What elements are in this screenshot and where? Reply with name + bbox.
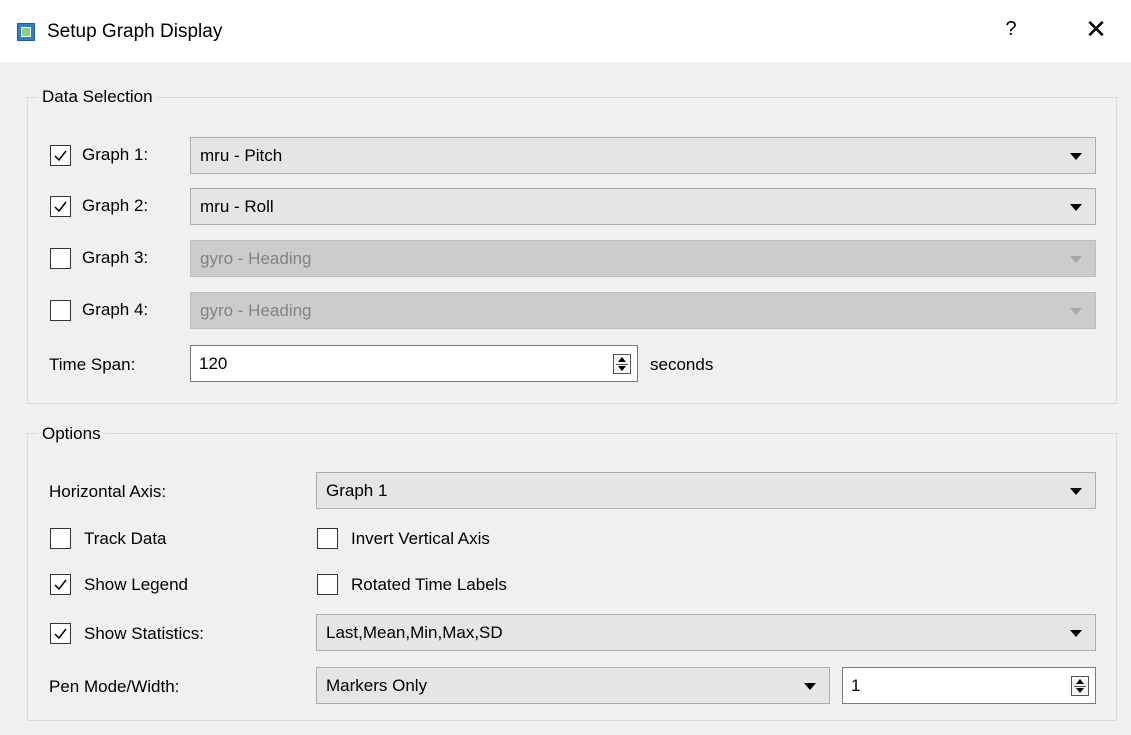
data-selection-title: Data Selection [38, 87, 157, 107]
options-title: Options [38, 424, 105, 444]
pen-mode-label: Pen Mode/Width: [49, 677, 180, 696]
graph-2-value: mru - Roll [200, 197, 274, 216]
chevron-down-icon [1070, 488, 1082, 495]
statistics-value: Last,Mean,Min,Max,SD [326, 623, 503, 642]
horizontal-axis-select[interactable]: Graph 1 [316, 472, 1096, 509]
graph-2-checkbox[interactable] [50, 196, 71, 217]
invert-vertical-axis-checkbox[interactable] [317, 528, 338, 549]
graph-3-value: gyro - Heading [200, 249, 312, 268]
graph-3-checkbox[interactable] [50, 248, 71, 269]
time-span-value: 120 [199, 354, 228, 373]
pen-mode-value: Markers Only [326, 676, 428, 695]
graph-2-label: Graph 2: [82, 196, 149, 215]
time-span-label: Time Span: [49, 355, 136, 374]
graph-4-select: gyro - Heading [190, 292, 1096, 329]
graph-1-value: mru - Pitch [200, 146, 283, 165]
invert-vertical-axis-label: Invert Vertical Axis [351, 529, 490, 548]
time-span-input[interactable]: 120 [190, 345, 638, 382]
time-span-unit: seconds [650, 355, 714, 374]
graph-2-select[interactable]: mru - Roll [190, 188, 1096, 225]
graph-1-select[interactable]: mru - Pitch [190, 137, 1096, 174]
chevron-down-icon [1070, 256, 1082, 263]
pen-width-input[interactable]: 1 [842, 667, 1096, 704]
graph-3-label: Graph 3: [82, 248, 149, 267]
graph-3-select: gyro - Heading [190, 240, 1096, 277]
show-legend-checkbox[interactable] [50, 574, 71, 595]
checkmark-icon [54, 579, 67, 591]
show-statistics-label: Show Statistics: [84, 624, 204, 643]
pen-mode-select[interactable]: Markers Only [316, 667, 830, 704]
horizontal-axis-label: Horizontal Axis: [49, 482, 167, 501]
app-icon [17, 23, 35, 41]
spinner-arrows-icon[interactable] [613, 354, 631, 374]
chevron-down-icon [1070, 204, 1082, 211]
title-bar: Setup Graph Display ? ✕ [0, 0, 1131, 62]
pen-width-value: 1 [851, 676, 861, 695]
show-legend-label: Show Legend [84, 575, 188, 594]
window-title: Setup Graph Display [47, 21, 223, 42]
spinner-arrows-icon[interactable] [1071, 676, 1089, 696]
help-button[interactable]: ? [1001, 18, 1021, 41]
chevron-down-icon [804, 683, 816, 690]
show-statistics-checkbox[interactable] [50, 623, 71, 644]
graph-4-value: gyro - Heading [200, 301, 312, 320]
track-data-checkbox[interactable] [50, 528, 71, 549]
chevron-down-icon [1070, 153, 1082, 160]
track-data-label: Track Data [84, 529, 167, 548]
graph-4-checkbox[interactable] [50, 300, 71, 321]
graph-4-label: Graph 4: [82, 300, 149, 319]
chevron-down-icon [1070, 630, 1082, 637]
graph-1-label: Graph 1: [82, 145, 149, 164]
graph-1-checkbox[interactable] [50, 145, 71, 166]
checkmark-icon [54, 628, 67, 640]
horizontal-axis-value: Graph 1 [326, 481, 388, 500]
statistics-select[interactable]: Last,Mean,Min,Max,SD [316, 614, 1096, 651]
checkmark-icon [54, 150, 67, 162]
rotated-time-labels-checkbox[interactable] [317, 574, 338, 595]
chevron-down-icon [1070, 308, 1082, 315]
checkmark-icon [54, 201, 67, 213]
close-button[interactable]: ✕ [1080, 14, 1112, 45]
rotated-time-labels-label: Rotated Time Labels [351, 575, 507, 594]
